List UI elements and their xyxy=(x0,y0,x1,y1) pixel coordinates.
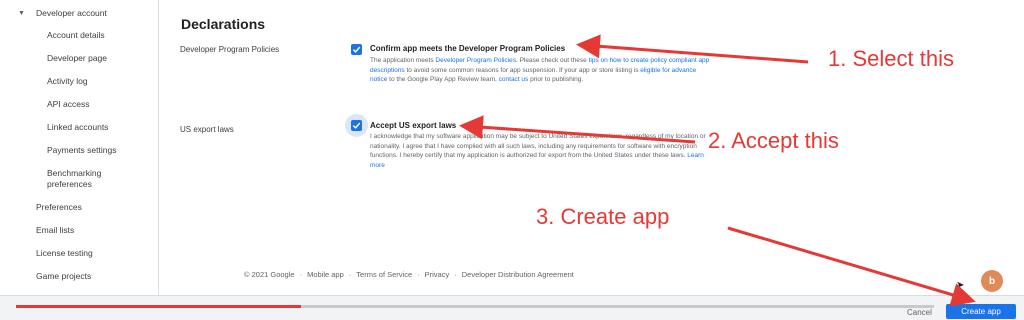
export-description: I acknowledge that my software applicati… xyxy=(370,132,710,170)
export-desc-text: I acknowledge that my software applicati… xyxy=(370,133,706,159)
create-app-button[interactable]: Create app xyxy=(946,304,1016,319)
checkmark-icon xyxy=(352,46,361,53)
footer-link-terms[interactable]: Terms of Service xyxy=(356,270,412,279)
export-checkbox[interactable] xyxy=(351,120,362,131)
sidebar-item-account-details[interactable]: Account details xyxy=(47,30,105,41)
export-row-label: US export laws xyxy=(180,125,234,134)
sidebar-item-api-access[interactable]: API access xyxy=(47,99,90,110)
sidebar-item-benchmarking-preferences[interactable]: Benchmarking preferences xyxy=(47,168,127,190)
sidebar-item-activity-log[interactable]: Activity log xyxy=(47,76,88,87)
policies-desc-text: to avoid some common reasons for app sus… xyxy=(404,66,641,74)
policies-link-contact-us[interactable]: contact us xyxy=(499,76,529,83)
footer-link-distribution-agreement[interactable]: Developer Distribution Agreement xyxy=(462,270,574,279)
sidebar-group-developer-account[interactable]: Developer account xyxy=(36,8,107,19)
channel-logo: b xyxy=(981,270,1003,292)
cancel-button[interactable]: Cancel xyxy=(907,308,932,317)
policies-checkbox[interactable] xyxy=(351,44,362,55)
caret-down-icon[interactable]: ▼ xyxy=(18,10,25,17)
sidebar-item-linked-accounts[interactable]: Linked accounts xyxy=(47,122,108,133)
policies-link-program-policies[interactable]: Developer Program Policies xyxy=(435,57,516,64)
policies-desc-text: . Please check out these xyxy=(515,57,589,64)
footer-link-mobile-app[interactable]: Mobile app xyxy=(307,270,344,279)
sidebar-item-payments-settings[interactable]: Payments settings xyxy=(47,145,116,156)
annotation-step1: 1. Select this xyxy=(828,46,954,71)
sidebar-nav: ▼ Developer account Account details Deve… xyxy=(0,0,159,295)
sidebar-item-game-projects[interactable]: Game projects xyxy=(36,271,91,282)
annotation-step2: 2. Accept this xyxy=(708,128,839,153)
policies-checkbox-title: Confirm app meets the Developer Program … xyxy=(370,44,566,53)
footer-copyright: © 2021 Google xyxy=(244,270,295,279)
sidebar-item-developer-page[interactable]: Developer page xyxy=(47,53,107,64)
sidebar-item-email-lists[interactable]: Email lists xyxy=(36,225,74,236)
video-progress-fill xyxy=(16,305,301,308)
policies-desc-text: to the Google Play App Review team, xyxy=(387,76,499,83)
footer-link-privacy[interactable]: Privacy xyxy=(425,270,450,279)
policies-desc-text: prior to publishing. xyxy=(528,76,584,83)
video-progress-bar[interactable] xyxy=(16,305,934,308)
declarations-panel: Declarations Developer Program Policies … xyxy=(159,0,1024,295)
annotation-step3: 3. Create app xyxy=(536,204,670,229)
checkmark-icon xyxy=(352,122,361,129)
policies-row-label: Developer Program Policies xyxy=(180,45,280,54)
page-footer: © 2021 Google · Mobile app · Terms of Servic… xyxy=(244,270,574,279)
sidebar-item-license-testing[interactable]: License testing xyxy=(36,248,93,259)
policies-desc-text: The application meets xyxy=(370,57,436,64)
sidebar-item-preferences[interactable]: Preferences xyxy=(36,202,82,213)
export-checkbox-title: Accept US export laws xyxy=(370,121,457,130)
section-title: Declarations xyxy=(181,16,266,32)
mouse-cursor-icon: ➤ xyxy=(956,280,965,291)
policies-description: The application meets Developer Program … xyxy=(370,56,710,85)
